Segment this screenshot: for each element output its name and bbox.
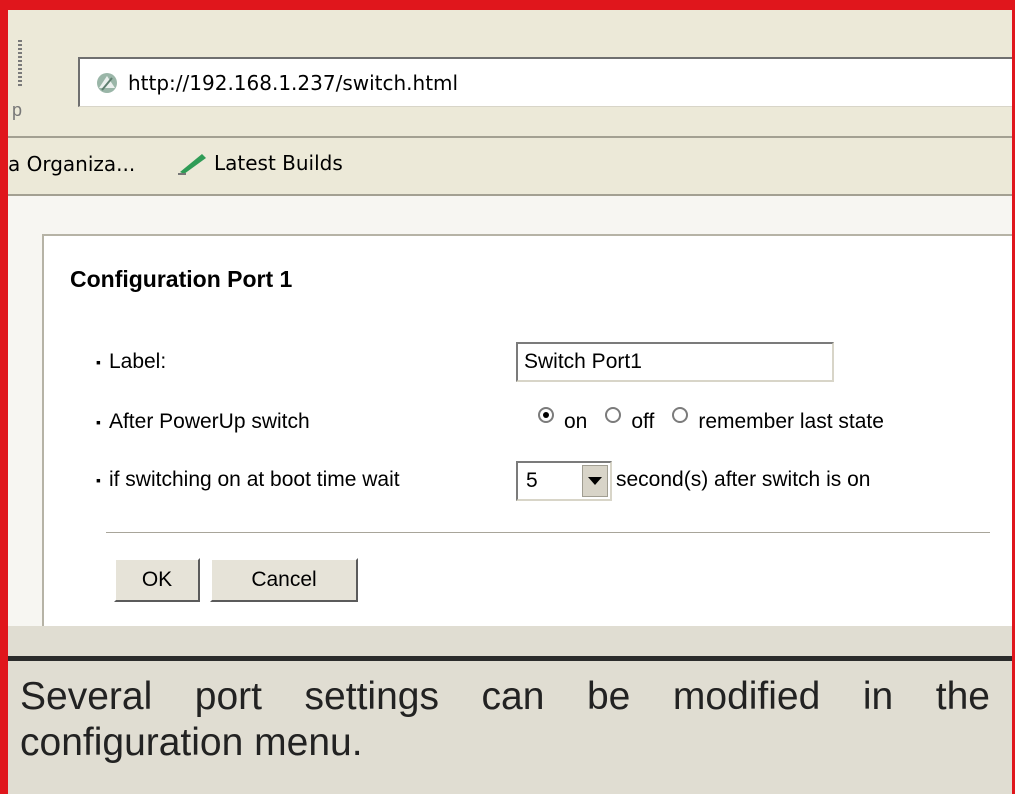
pen-icon — [178, 154, 206, 175]
config-panel: Configuration Port 1 Label: After PowerU… — [42, 234, 1015, 656]
power-row-text: After PowerUp switch — [96, 410, 310, 434]
power-radio-group: on off remember last state — [532, 404, 896, 434]
wait-select-value: 5 — [526, 469, 538, 492]
wait-suffix-text: second(s) after switch is on — [616, 468, 871, 491]
wait-row-text: if switching on at boot time wait — [96, 468, 400, 492]
cancel-button[interactable]: Cancel — [210, 558, 358, 602]
browser-toolbar: p http://192.168.1.237/switch.html — [8, 10, 1015, 138]
radio-off-label: off — [631, 410, 655, 433]
caption-line-1: Several port settings can be modified in… — [20, 675, 990, 718]
radio-off[interactable] — [605, 407, 622, 423]
caption-separator — [8, 656, 1015, 661]
toolbar-grip[interactable] — [18, 40, 22, 88]
label-row-text: Label: — [96, 350, 166, 374]
chevron-down-icon[interactable] — [582, 465, 608, 497]
link-latest-builds-label: Latest Builds — [214, 151, 343, 175]
wait-select[interactable]: 5 — [516, 461, 612, 501]
page-icon — [97, 73, 117, 93]
label-input[interactable] — [516, 342, 834, 382]
link-latest-builds[interactable]: Latest Builds — [176, 150, 343, 176]
link-organiza[interactable]: a Organiza... — [8, 152, 135, 176]
document-frame: p http://192.168.1.237/switch.html a Org… — [0, 0, 1015, 794]
links-bar: a Organiza... Latest Builds — [8, 138, 1015, 196]
divider — [106, 532, 990, 533]
caption-line-2: configuration menu. — [20, 721, 363, 764]
address-bar[interactable]: http://192.168.1.237/switch.html — [78, 57, 1015, 107]
toolbar-edge-label: p — [12, 100, 23, 120]
ok-button[interactable]: OK — [114, 558, 200, 602]
caption: Several port settings can be modified in… — [20, 674, 990, 766]
radio-remember[interactable] — [672, 407, 689, 423]
config-title: Configuration Port 1 — [70, 266, 293, 292]
radio-on-label: on — [564, 410, 588, 433]
address-text: http://192.168.1.237/switch.html — [128, 71, 459, 95]
radio-on[interactable] — [538, 407, 554, 423]
caption-area: Several port settings can be modified in… — [8, 626, 1015, 794]
page-content: Configuration Port 1 Label: After PowerU… — [8, 196, 1015, 656]
radio-remember-label: remember last state — [698, 410, 884, 433]
